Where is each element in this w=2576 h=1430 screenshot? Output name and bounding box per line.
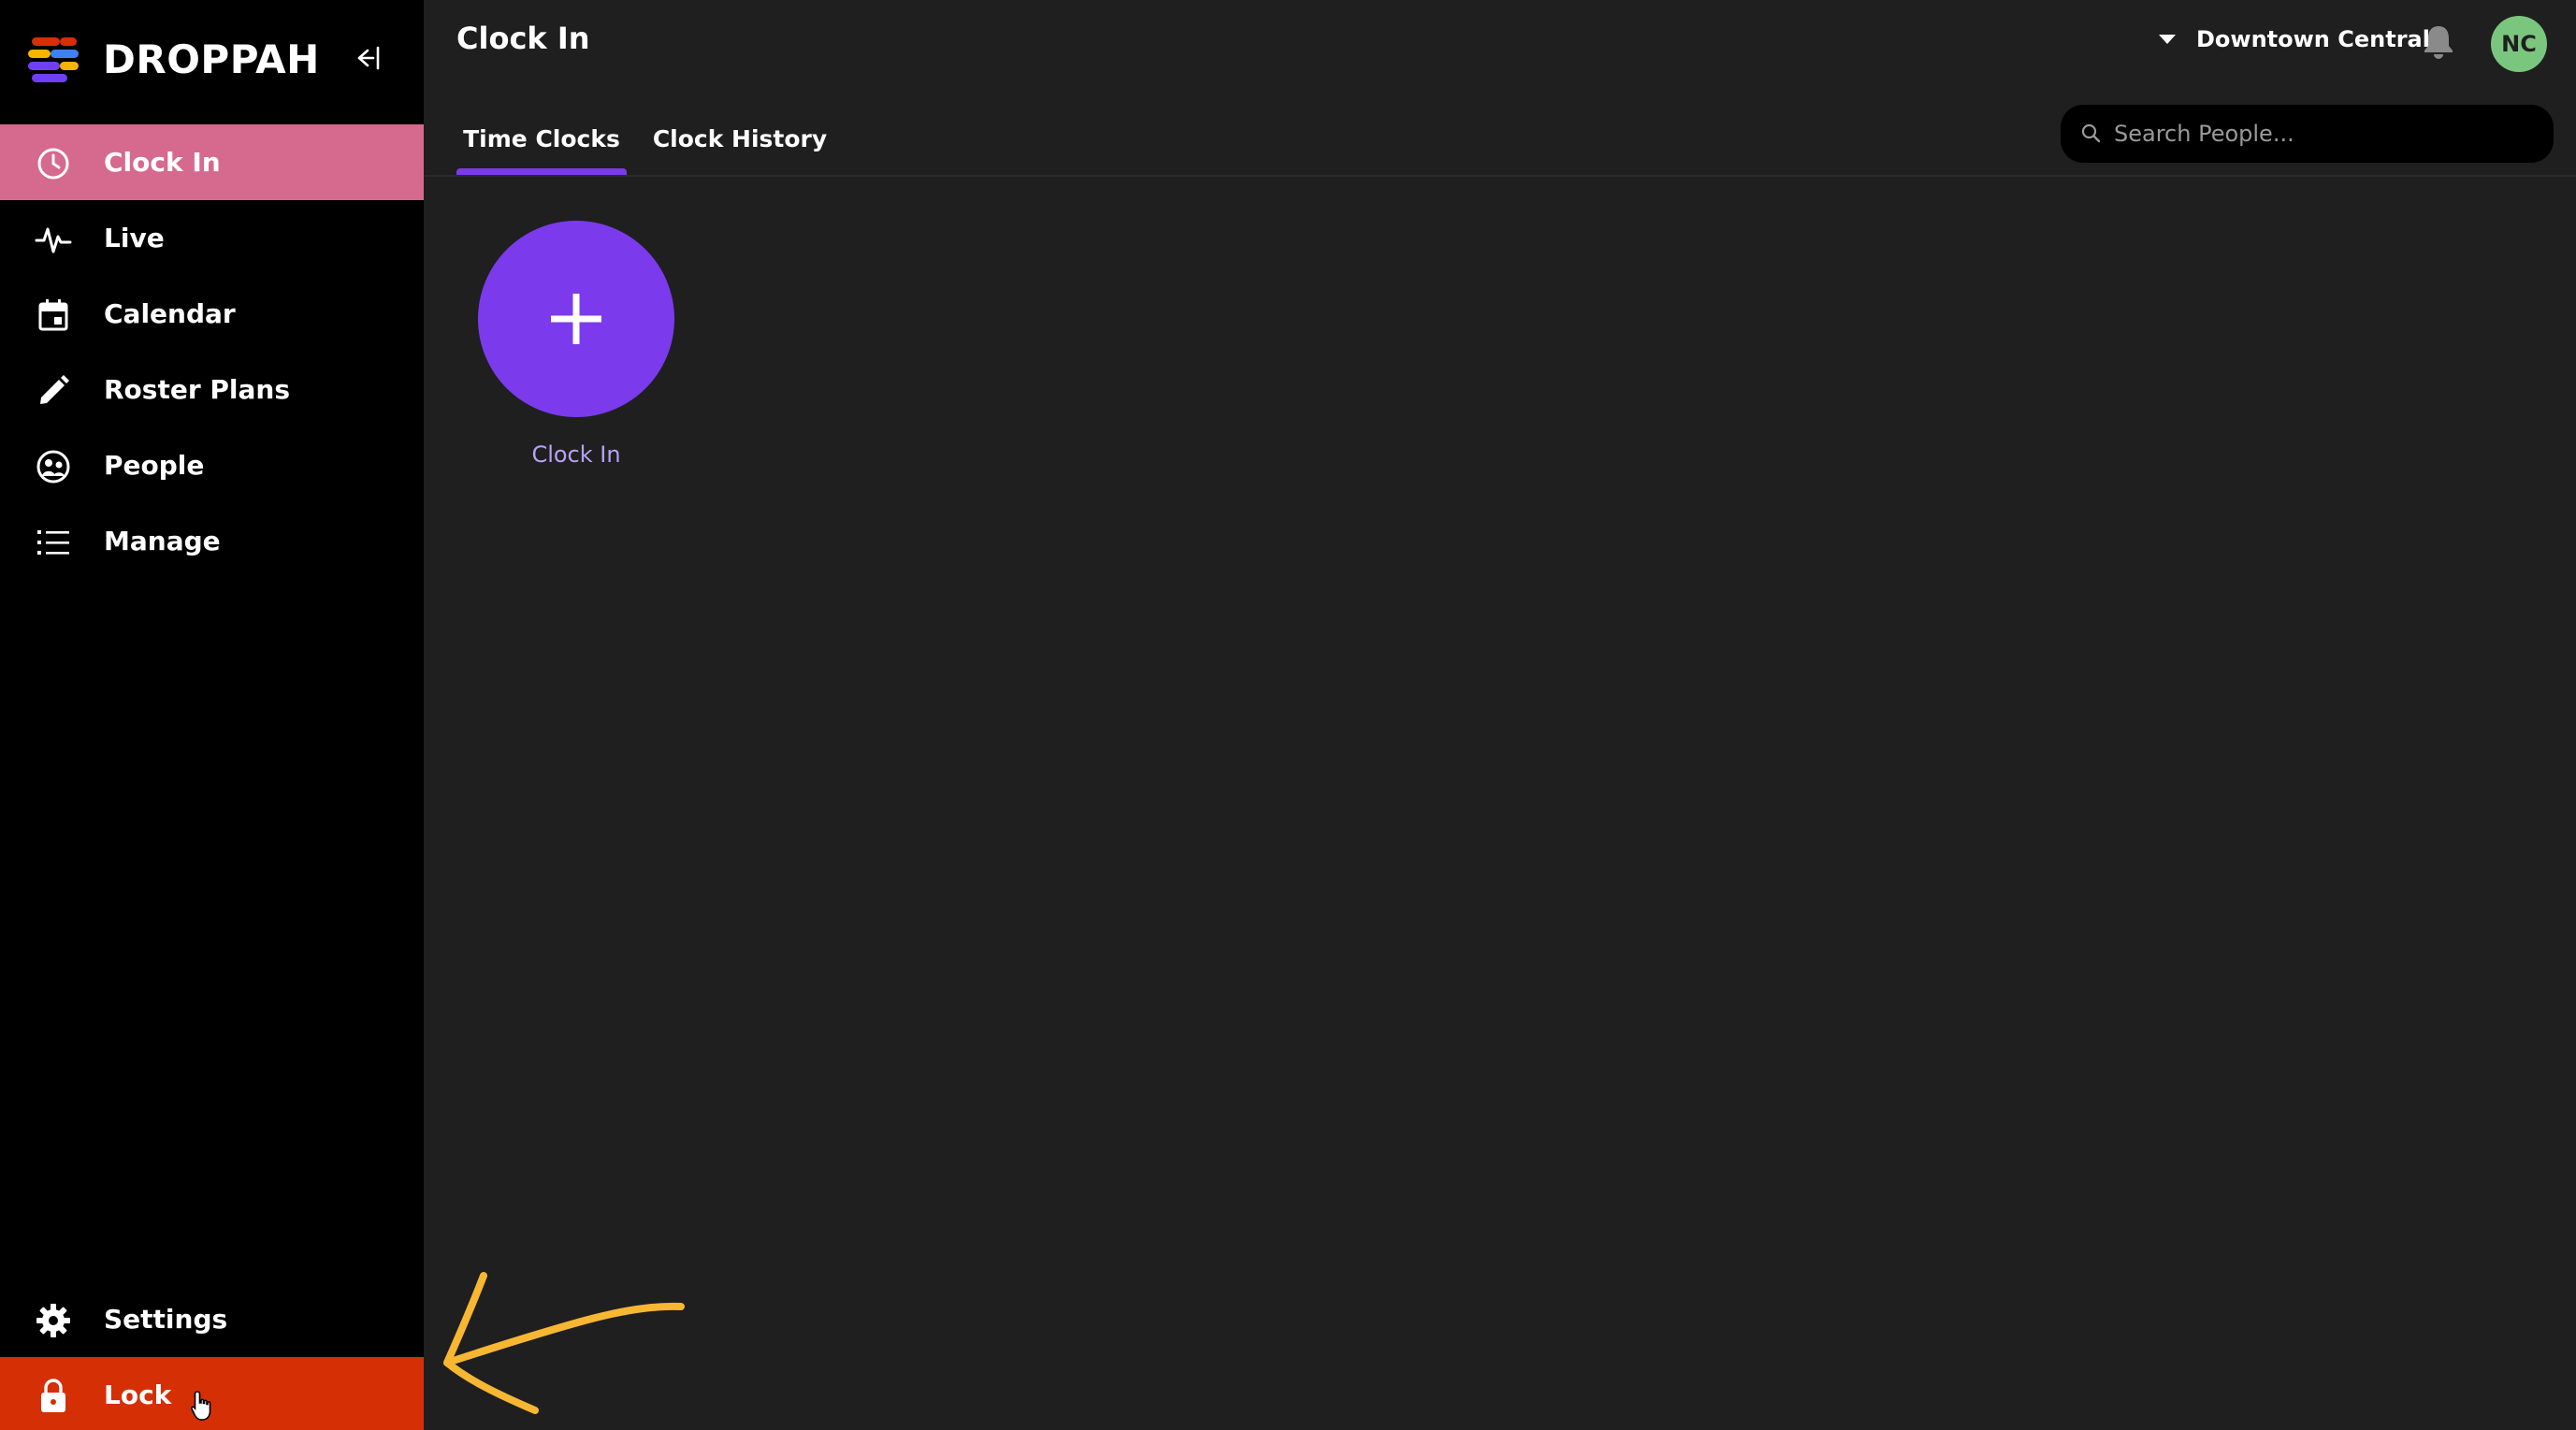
sidebar-item-clock-in[interactable]: Clock In: [0, 124, 424, 200]
pulse-icon: [35, 221, 72, 258]
location-name: Downtown Central: [2196, 26, 2430, 52]
collapse-sidebar-button[interactable]: [346, 37, 387, 79]
sidebar-item-label: People: [104, 450, 205, 481]
sidebar-item-live[interactable]: Live: [0, 200, 424, 276]
tab-clock-history[interactable]: Clock History: [644, 103, 836, 175]
sidebar-item-label: Live: [104, 223, 165, 253]
gear-icon: [35, 1302, 72, 1339]
search-input[interactable]: [2112, 105, 2542, 163]
sidebar-item-label: Clock In: [104, 147, 221, 178]
pointer-cursor-icon: [191, 1391, 211, 1421]
brand[interactable]: DROPPAH: [28, 34, 393, 86]
add-time-clock-label[interactable]: Clock In: [478, 441, 674, 468]
plus-icon: [551, 294, 601, 344]
sidebar-item-label: Calendar: [104, 298, 236, 329]
add-time-clock-button[interactable]: [478, 221, 674, 417]
search-box: [2061, 105, 2554, 163]
annotation-arrow-icon: [443, 1272, 685, 1414]
pencil-icon: [35, 372, 72, 410]
sidebar-item-label: Settings: [104, 1304, 228, 1335]
people-icon: [35, 448, 72, 485]
caret-down-icon: [2159, 35, 2176, 44]
sidebar-item-label: Roster Plans: [104, 374, 291, 405]
lock-icon: [35, 1378, 72, 1415]
location-selector[interactable]: Downtown Central: [2159, 26, 2430, 52]
sidebar-item-roster-plans[interactable]: Roster Plans: [0, 352, 424, 427]
sidebar-nav: Clock In Live Calendar Roster Plans Peop…: [0, 124, 424, 579]
calendar-icon: [35, 296, 72, 334]
sidebar: DROPPAH Clock In Live Calendar Roster Pl…: [0, 0, 424, 1430]
search-icon: [2081, 123, 2101, 143]
sidebar-item-people[interactable]: People: [0, 427, 424, 503]
sidebar-item-manage[interactable]: Manage: [0, 503, 424, 579]
collapse-left-icon: [357, 46, 380, 70]
sidebar-item-label: Manage: [104, 526, 221, 556]
tabs-divider: [424, 175, 2576, 177]
avatar[interactable]: NC: [2491, 16, 2547, 72]
list-icon: [35, 524, 72, 561]
tab-label: Clock History: [652, 125, 828, 152]
droppah-logo-icon: [28, 37, 80, 82]
tab-time-clocks[interactable]: Time Clocks: [456, 103, 627, 175]
bell-icon[interactable]: [2418, 21, 2459, 62]
main-content: Clock In Downtown Central NC Time Clocks…: [424, 0, 2576, 1430]
brand-name: DROPPAH: [103, 36, 320, 82]
app-root: DROPPAH Clock In Live Calendar Roster Pl…: [0, 0, 2576, 1430]
sidebar-item-settings[interactable]: Settings: [0, 1281, 424, 1357]
sidebar-item-calendar[interactable]: Calendar: [0, 276, 424, 352]
sidebar-item-label: Lock: [104, 1379, 172, 1410]
page-title: Clock In: [456, 21, 590, 56]
tab-label: Time Clocks: [463, 125, 620, 152]
clock-icon: [35, 145, 72, 182]
